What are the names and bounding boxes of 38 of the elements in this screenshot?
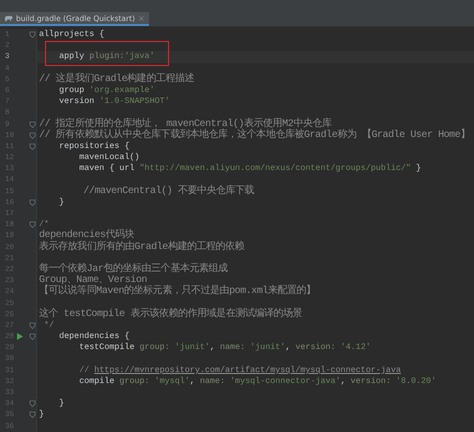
- code-line: maven { url "http://maven.aliyun.com/nexus/content/groups/public/" }: [78, 163, 421, 174]
- code-line: dependencies代码块: [39, 230, 134, 242]
- code-line: group 'org.example': [58, 85, 155, 96]
- fold-icon[interactable]: [29, 221, 36, 228]
- code-line: 这个 testCompile 表示该依赖的作用域是在测试编译的场景: [39, 308, 302, 320]
- elephant-icon: [4, 14, 13, 22]
- link[interactable]: https://mvnrepository.com/artifact/mysql/mysql-connector-java: [94, 364, 401, 375]
- fold-icon[interactable]: [29, 411, 36, 418]
- fold-icon[interactable]: [29, 333, 36, 340]
- code-line: //mavenCentral() 不要中央仓库下载: [82, 186, 254, 197]
- code-line: // https://mvnrepository.com/artifact/mysql/mysql-connector-java: [78, 364, 401, 376]
- code-line: compile group: 'mysql', name: 'mysql-connector-java', version: '8.0.20': [78, 376, 436, 387]
- code-line: // 所有依赖默认从中央仓库下载到本地仓库，这个本地仓库被Gradle称为 【Gradle User Home】: [39, 130, 470, 141]
- code-line: testCompile group: 'junit', name: 'junit', version: '4.12': [78, 342, 371, 354]
- fold-icon[interactable]: [29, 322, 36, 329]
- code-line: }: [39, 409, 44, 420]
- code-line: apply plugin:'java': [58, 51, 155, 62]
- fold-icon[interactable]: [29, 142, 36, 150]
- code-line: dependencies {: [58, 331, 130, 342]
- code-line: // 这是我们Gradle构建的工程描述: [39, 74, 194, 85]
- code-line: }: [58, 196, 64, 208]
- code-line: 【可以说等同Maven的坐标元素，只不过是由pom.xml来配置的】: [39, 286, 316, 298]
- code-line: version '1.0-SNAPSHOT': [58, 96, 170, 108]
- code-line: // 指定所使用的仓库地址， mavenCentral()表示使用M2中央仓库: [39, 118, 332, 130]
- code-line: allprojects {: [39, 29, 104, 40]
- code-line: repositories {: [58, 140, 130, 152]
- code-line: 每一个依赖Jar包的坐标由三个基本元素组成: [39, 264, 228, 276]
- fold-icon[interactable]: [29, 120, 36, 128]
- fold-icon[interactable]: [29, 198, 36, 206]
- code-line: mavenLocal(): [78, 152, 140, 164]
- run-icon[interactable]: [17, 333, 23, 340]
- code-line: */: [43, 320, 54, 331]
- code-line: /*: [39, 219, 50, 230]
- code-line: }: [58, 398, 64, 410]
- fold-icon[interactable]: [29, 31, 36, 38]
- fold-icon[interactable]: [29, 400, 36, 408]
- fold-icon[interactable]: [29, 132, 36, 139]
- code-line: 表示存放我们所有的由Gradle构建的工程的依赖: [39, 242, 244, 253]
